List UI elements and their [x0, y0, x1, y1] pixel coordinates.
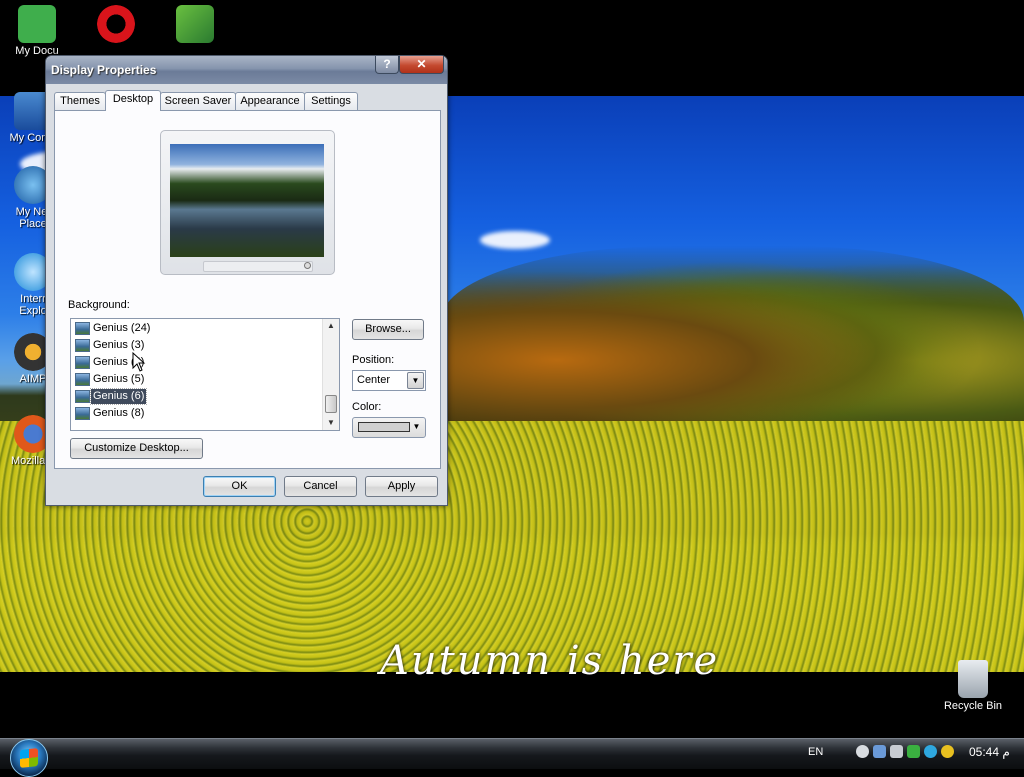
position-dropdown[interactable]: Center ▼: [352, 370, 426, 391]
scroll-down-icon[interactable]: ▼: [323, 416, 339, 430]
tab-settings[interactable]: Settings: [304, 92, 358, 110]
tab-screen-saver[interactable]: Screen Saver: [160, 92, 236, 110]
color-label: Color:: [352, 401, 382, 413]
background-label: Background:: [68, 299, 130, 311]
list-scrollbar[interactable]: ▲ ▼: [322, 319, 339, 430]
power-led-icon: [304, 262, 311, 269]
my-documents-icon: [18, 5, 56, 43]
desktop-icon-media[interactable]: [158, 5, 232, 45]
volume-icon[interactable]: [890, 745, 903, 758]
browse-button[interactable]: Browse...: [352, 319, 424, 340]
background-list[interactable]: Genius (24) Genius (3) Genius (4) Genius…: [70, 318, 340, 431]
mouse-cursor-icon: [132, 352, 146, 372]
apply-button[interactable]: Apply: [365, 476, 438, 497]
tab-appearance[interactable]: Appearance: [235, 92, 305, 110]
list-item-label: Genius (24): [93, 322, 151, 334]
display-properties-window: Display Properties ? ✕ Themes Desktop Sc…: [45, 55, 448, 506]
media-icon: [176, 5, 214, 43]
image-file-icon: [75, 407, 90, 420]
list-item-label: Genius (3): [93, 339, 145, 351]
title-bar[interactable]: Display Properties ? ✕: [46, 56, 447, 84]
language-indicator[interactable]: EN: [808, 746, 823, 758]
wallpaper-caption: Autumn is here: [380, 638, 720, 684]
taskbar: [0, 738, 1024, 769]
shield-icon[interactable]: [873, 745, 886, 758]
desktop-icon-recycle-bin[interactable]: Recycle Bin: [936, 660, 1010, 712]
tab-desktop[interactable]: Desktop: [105, 90, 161, 111]
monitor-bezel-strip: [203, 261, 313, 272]
image-file-icon: [75, 356, 90, 369]
messenger-icon[interactable]: [941, 745, 954, 758]
position-label: Position:: [352, 354, 395, 366]
scroll-up-icon[interactable]: ▲: [323, 319, 339, 333]
scroll-thumb[interactable]: [325, 395, 337, 413]
windows-logo-icon: [20, 748, 38, 768]
cancel-button[interactable]: Cancel: [284, 476, 357, 497]
help-button[interactable]: ?: [375, 56, 399, 74]
image-file-icon: [75, 339, 90, 352]
clock[interactable]: 05:44 م: [969, 745, 1010, 759]
desktop-icon-opera[interactable]: [79, 5, 153, 45]
list-item-label: Genius (5): [93, 373, 145, 385]
opera-icon: [97, 5, 135, 43]
monitor-preview: [160, 130, 335, 275]
list-item-label: Genius (8): [93, 407, 145, 419]
network-icon[interactable]: [856, 745, 869, 758]
position-value: Center: [357, 374, 391, 386]
chevron-down-icon: ▼: [412, 422, 421, 431]
image-file-icon: [75, 390, 90, 403]
update-icon[interactable]: [907, 745, 920, 758]
wallpaper-preview: [170, 144, 324, 257]
chevron-down-icon[interactable]: ▼: [407, 372, 424, 389]
close-button[interactable]: ✕: [399, 56, 444, 74]
window-title: Display Properties: [51, 63, 157, 77]
start-button[interactable]: [10, 739, 48, 777]
desktop-icon-label: Recycle Bin: [943, 700, 1003, 712]
desktop-tab-panel: Background: Genius (24) Genius (3) Geniu…: [54, 110, 441, 469]
ok-button[interactable]: OK: [203, 476, 276, 497]
desktop-icon-my-documents[interactable]: My Docu: [0, 5, 74, 57]
customize-desktop-button[interactable]: Customize Desktop...: [70, 438, 203, 459]
color-swatch: [358, 422, 410, 432]
color-picker-button[interactable]: ▼: [352, 417, 426, 438]
skype-icon[interactable]: [924, 745, 937, 758]
image-file-icon: [75, 322, 90, 335]
list-item-label: Genius (6): [89, 388, 148, 405]
tab-themes[interactable]: Themes: [54, 92, 106, 110]
image-file-icon: [75, 373, 90, 386]
recycle-bin-icon: [958, 660, 988, 698]
